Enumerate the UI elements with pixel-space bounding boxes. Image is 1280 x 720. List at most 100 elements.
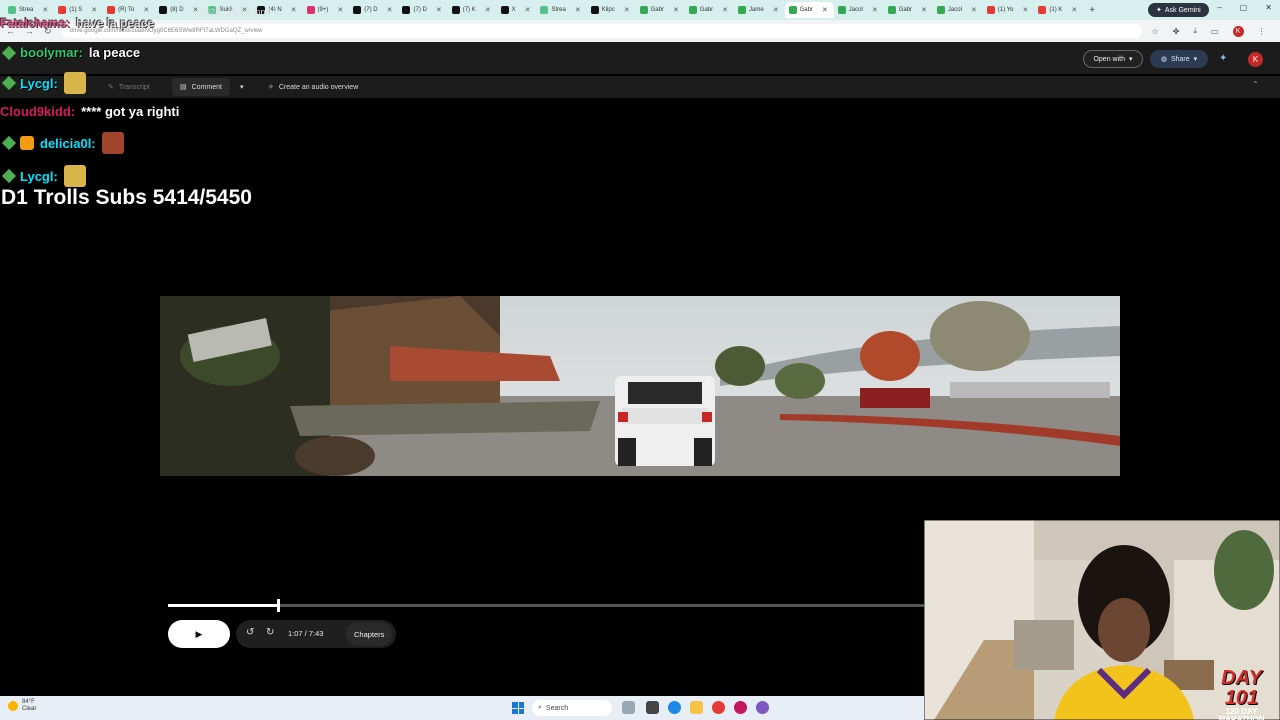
browser-tab[interactable]: (1) K ✕ <box>1034 2 1083 18</box>
tab-close-icon[interactable]: ✕ <box>485 6 491 14</box>
task-view-icon[interactable] <box>622 701 635 714</box>
tab-close-icon[interactable]: ✕ <box>872 6 878 14</box>
chat-username: boolymar: <box>20 45 83 60</box>
browser-tab[interactable]: Gabr ✕ <box>636 2 685 18</box>
chrome-icon[interactable] <box>712 701 725 714</box>
taskbar-search[interactable]: ⌕ Search <box>532 700 612 716</box>
forward-10-icon[interactable]: ↻ <box>266 627 274 638</box>
cast-icon[interactable]: ▭ <box>1211 27 1219 36</box>
edge-icon[interactable] <box>668 701 681 714</box>
chat-text: la peace <box>88 45 141 60</box>
tab-close-icon[interactable]: ✕ <box>436 6 442 14</box>
comment-button[interactable]: ▤ Comment <box>172 78 230 96</box>
tab-close-icon[interactable]: ✕ <box>722 6 728 14</box>
browser-tab[interactable]: (1) Yo ✕ <box>983 2 1035 18</box>
tab-close-icon[interactable]: ✕ <box>575 6 581 14</box>
window-controls: – ▢ ✕ <box>1217 3 1272 12</box>
tab-close-icon[interactable]: ✕ <box>921 6 927 14</box>
app-icon[interactable] <box>734 701 747 714</box>
tab-favicon-icon <box>590 6 599 14</box>
tab-close-icon[interactable]: ✕ <box>143 6 149 14</box>
folder-icon[interactable] <box>690 701 703 714</box>
tab-close-icon[interactable]: ✕ <box>624 6 630 14</box>
gemini-spark-icon[interactable]: ✦ <box>1219 53 1227 64</box>
tab-close-icon[interactable]: ✕ <box>291 6 297 14</box>
tab-label: Strea <box>19 7 34 13</box>
account-avatar[interactable]: K <box>1248 52 1263 67</box>
browser-tab[interactable]: Jacol ✕ <box>933 2 983 18</box>
tab-close-icon[interactable]: ✕ <box>91 6 97 14</box>
browser-tab[interactable]: Strea ✕ <box>536 2 586 18</box>
seek-thumb[interactable] <box>277 599 280 612</box>
extension-icon[interactable]: ✤ <box>1173 27 1180 36</box>
time-display: 1:07 / 7:43 <box>288 629 324 638</box>
tab-close-icon[interactable]: ✕ <box>387 6 393 14</box>
open-with-button[interactable]: Open with ▾ <box>1083 50 1143 68</box>
weather-widget[interactable]: 84°F Clear <box>8 699 36 713</box>
seek-bar[interactable] <box>168 599 928 612</box>
tab-label: (1) K <box>1049 7 1063 13</box>
emote-icon <box>63 72 86 94</box>
browser-tab[interactable]: (7) D ✕ <box>398 2 447 18</box>
bookmark-star-icon[interactable]: ☆ <box>1152 27 1159 36</box>
chat-message: boolymar: la peace <box>1 45 141 60</box>
browser-tab[interactable]: (7) D ✕ <box>349 2 398 18</box>
tab-label: Jame <box>749 7 764 13</box>
tab-close-icon[interactable]: ✕ <box>773 6 779 14</box>
maximize-icon[interactable]: ▢ <box>1240 3 1248 12</box>
download-icon[interactable]: ⤓ <box>1193 26 1197 36</box>
browser-tab[interactable]: (7) K ✕ <box>448 2 497 18</box>
tab-close-icon[interactable]: ✕ <box>673 6 679 14</box>
chapters-button[interactable]: Chapters <box>346 622 393 646</box>
messenger-icon[interactable] <box>756 701 769 714</box>
profile-avatar[interactable]: K <box>1232 25 1244 37</box>
folder-icon[interactable]: ▭ <box>273 7 282 17</box>
ask-gemini-button[interactable]: ✦ Ask Gemini <box>1148 3 1209 17</box>
tab-close-icon[interactable]: ✕ <box>1071 6 1077 14</box>
browser-tab[interactable]: (9+) ✕ <box>303 2 350 18</box>
browser-tab[interactable]: Jame ✕ <box>734 2 785 18</box>
windows-start-icon[interactable] <box>512 702 524 714</box>
new-tab-button[interactable]: + <box>1083 5 1101 16</box>
tab-label: Jacol <box>947 7 962 13</box>
play-button[interactable]: ▶ <box>168 620 230 648</box>
minimize-icon[interactable]: – <box>1217 3 1221 12</box>
tab-close-icon[interactable]: ✕ <box>525 6 531 14</box>
transcript-button[interactable]: ✎ Transcript <box>100 78 158 96</box>
browser-tab[interactable]: Jacol ✕ <box>834 2 884 18</box>
tab-close-icon[interactable]: ✕ <box>193 6 199 14</box>
sun-icon <box>8 701 18 712</box>
tab-close-icon[interactable]: ✕ <box>337 6 343 14</box>
comment-dropdown-button[interactable]: ▾ <box>236 78 248 96</box>
tab-label: (7) D <box>413 7 427 13</box>
browser-tab[interactable]: Gabr ✕ <box>784 2 834 18</box>
url-field[interactable]: drive.google.com/file/d/1ua8NOyg0C6E6SWw… <box>61 24 1142 38</box>
tab-close-icon[interactable]: ✕ <box>822 6 828 14</box>
collapse-chevron-icon[interactable]: ⌃ <box>1252 80 1259 89</box>
chat-message: delicia0l: <box>1 132 124 154</box>
tab-favicon-icon <box>540 6 549 14</box>
browser-tab[interactable]: Gabr ✕ <box>685 2 734 18</box>
menu-icon[interactable]: ⋮ <box>1258 27 1266 36</box>
address-bar-actions: ☆ ✤ ⤓ ▭ K ⋮ <box>1152 25 1266 37</box>
audio-overview-button[interactable]: ✧ Create an audio overview <box>260 78 366 96</box>
file-explorer-icon[interactable] <box>646 701 659 714</box>
tab-label: (8) D <box>170 7 184 13</box>
badge-icon <box>1 45 17 60</box>
share-button[interactable]: ◍ Share ▾ <box>1150 50 1208 68</box>
browser-tab[interactable]: (8) D ✕ <box>155 2 204 18</box>
tab-favicon-icon <box>402 6 411 14</box>
browser-tab[interactable]: X ✕ <box>497 2 537 18</box>
badge-icon <box>1 135 17 151</box>
close-icon[interactable]: ✕ <box>1265 3 1272 12</box>
browser-tab[interactable]: Gabr ✕ <box>884 2 933 18</box>
tab-close-icon[interactable]: ✕ <box>971 6 977 14</box>
tab-close-icon[interactable]: ✕ <box>42 6 48 14</box>
chat-username: Lycgl: <box>20 75 58 91</box>
play-icon: ▶ <box>195 628 203 639</box>
rewind-10-icon[interactable]: ↺ <box>246 627 254 638</box>
tab-label: (9+) <box>317 7 329 13</box>
browser-tab[interactable]: Klipc ✕ <box>587 2 636 18</box>
tab-favicon-icon <box>107 6 116 14</box>
tab-close-icon[interactable]: ✕ <box>1022 6 1028 14</box>
